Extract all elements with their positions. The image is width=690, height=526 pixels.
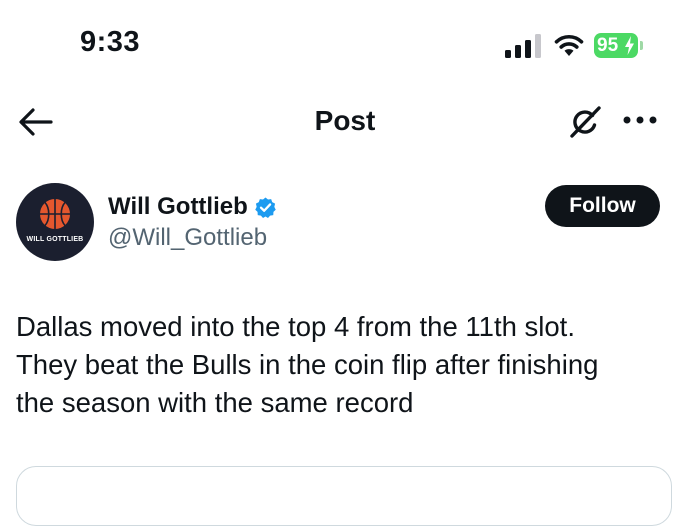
- author-name[interactable]: Will Gottlieb: [108, 193, 248, 221]
- status-bar: 9:33 95: [0, 0, 690, 90]
- status-time: 9:33: [80, 26, 141, 58]
- more-icon[interactable]: [622, 113, 658, 127]
- nav-header: Post: [0, 95, 690, 150]
- post-text-line: the season with the same record: [16, 387, 414, 418]
- battery-indicator: 95: [594, 33, 644, 58]
- battery-tip: [640, 41, 643, 50]
- post-text-line: They beat the Bulls in the coin flip aft…: [16, 349, 599, 380]
- battery-level: 95: [597, 35, 619, 56]
- author-handle[interactable]: @Will_Gottlieb: [108, 224, 267, 252]
- grok-icon[interactable]: [566, 103, 604, 141]
- follow-button[interactable]: Follow: [545, 185, 660, 227]
- battery-charging-icon: [625, 36, 634, 55]
- basketball-icon: [40, 199, 70, 229]
- author-name-row: Will Gottlieb: [108, 191, 277, 223]
- wifi-icon: [554, 34, 584, 56]
- post-text-line: Dallas moved into the top 4 from the 11t…: [16, 311, 575, 342]
- avatar-logo-text: WILL GOTTLIEB: [26, 236, 84, 243]
- embedded-card[interactable]: [16, 466, 672, 526]
- verified-badge-icon: [255, 196, 276, 218]
- cellular-signal-icon: [505, 34, 541, 58]
- battery-body: 95: [594, 33, 638, 58]
- avatar[interactable]: WILL GOTTLIEB: [16, 183, 94, 261]
- post-text: Dallas moved into the top 4 from the 11t…: [16, 308, 676, 422]
